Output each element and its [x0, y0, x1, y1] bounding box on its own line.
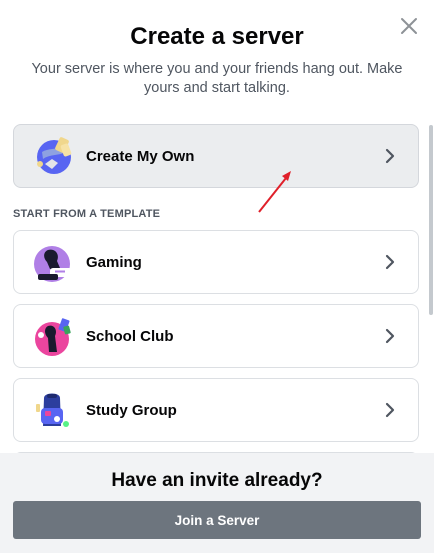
- template-school-club-label: School Club: [86, 327, 174, 345]
- study-group-icon: [36, 393, 69, 427]
- chevron-right-icon: [385, 254, 395, 270]
- chevron-right-icon: [385, 148, 395, 164]
- template-study-group-button[interactable]: Study Group: [13, 378, 419, 442]
- modal-title: Create a server: [130, 23, 304, 50]
- template-study-group-label: Study Group: [86, 401, 177, 419]
- chevron-right-icon: [385, 402, 395, 418]
- template-school-club-button[interactable]: School Club: [13, 304, 419, 368]
- modal-subtitle: Your server is where you and your friend…: [31, 61, 403, 96]
- invite-heading: Have an invite already?: [111, 470, 323, 491]
- template-gaming-button[interactable]: Gaming: [13, 230, 419, 294]
- modal-footer: Have an invite already? Join a Server: [0, 453, 434, 553]
- globe-create-icon: [37, 137, 72, 174]
- gaming-icon: [34, 246, 72, 282]
- school-club-icon: [35, 318, 71, 356]
- create-my-own-button[interactable]: Create My Own: [13, 124, 419, 188]
- create-server-modal: Create a server Your server is where you…: [0, 0, 434, 553]
- template-gaming-label: Gaming: [86, 253, 142, 271]
- create-my-own-label: Create My Own: [86, 147, 195, 165]
- join-server-button[interactable]: Join a Server: [13, 501, 421, 539]
- template-section-label: START FROM A TEMPLATE: [13, 208, 161, 220]
- chevron-right-icon: [385, 328, 395, 344]
- scrollbar-thumb[interactable]: [429, 125, 433, 315]
